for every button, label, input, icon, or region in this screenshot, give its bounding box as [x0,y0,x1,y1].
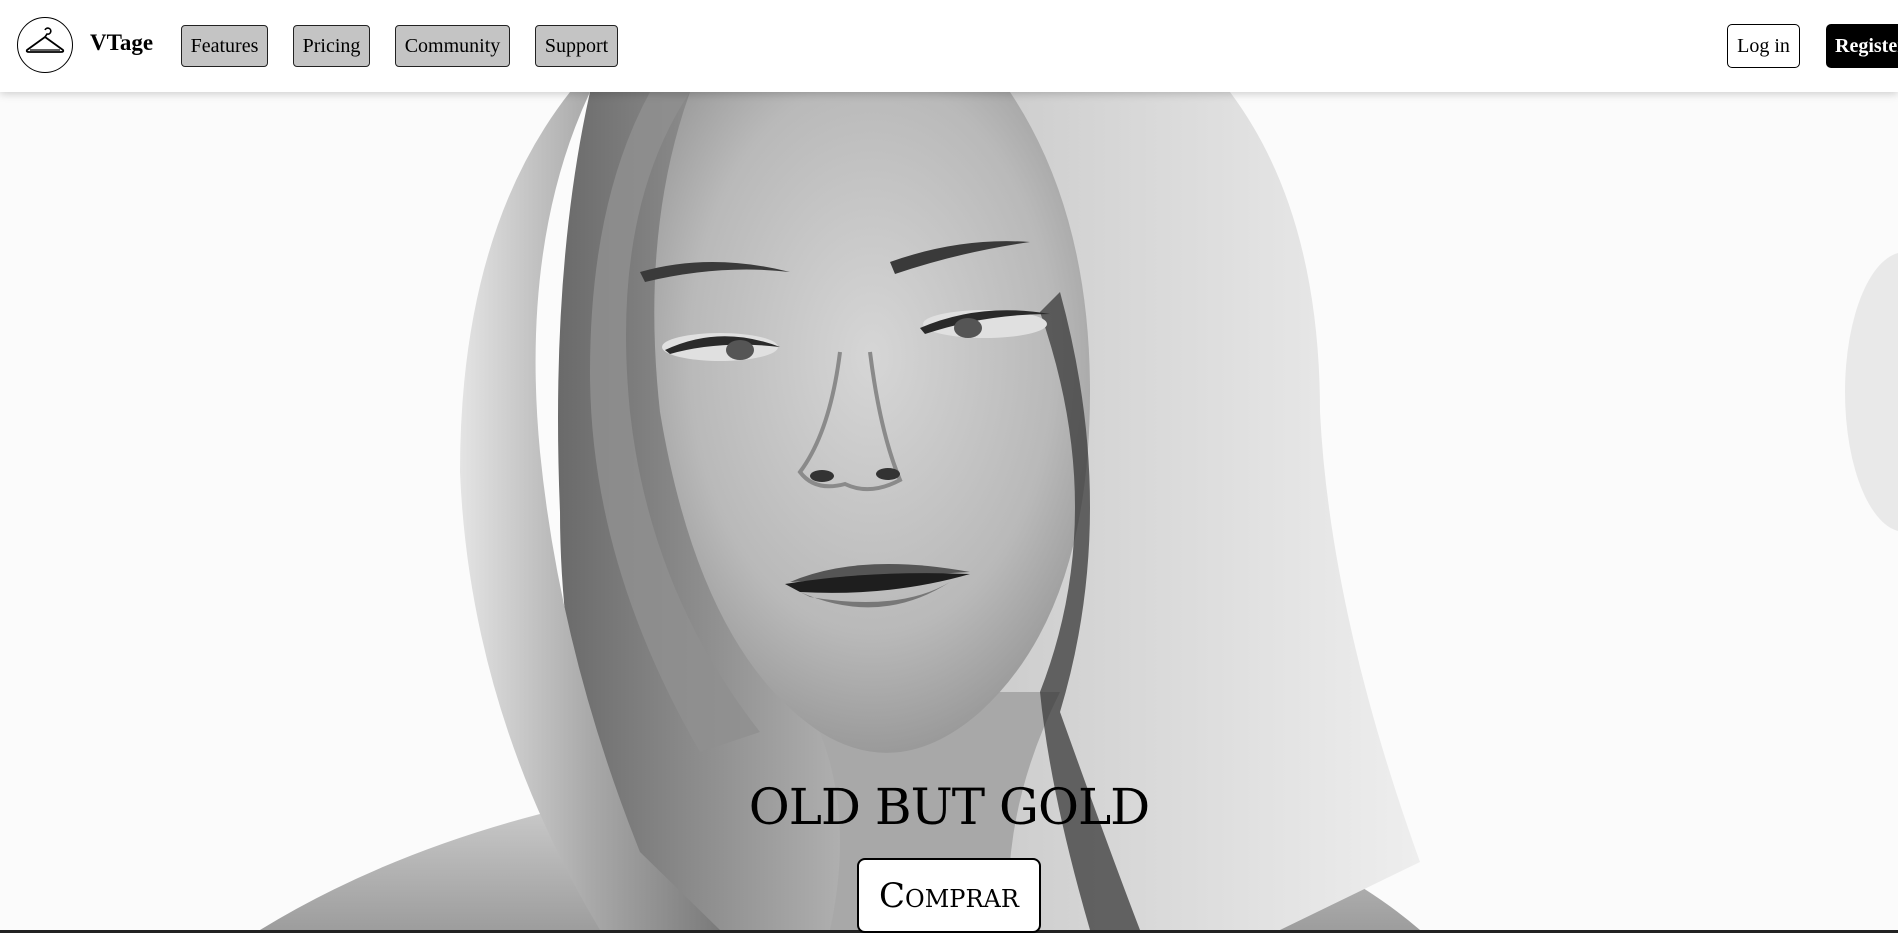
nav-features-button[interactable]: Features [181,25,268,67]
hero-section: OLD BUT GOLD [0,92,1898,930]
nav-pricing-button[interactable]: Pricing [293,25,370,67]
register-button[interactable]: Register [1826,24,1898,68]
nav-support-button[interactable]: Support [535,25,618,67]
login-button[interactable]: Log in [1727,24,1800,68]
brand-name[interactable]: VTage [90,30,153,56]
hanger-icon[interactable] [17,17,73,73]
nav-community-button[interactable]: Community [395,25,510,67]
comprar-button[interactable]: Comprar [857,858,1041,933]
top-navbar: VTage Features Pricing Community Support… [0,0,1898,92]
hero-title: OLD BUT GOLD [748,778,1151,836]
